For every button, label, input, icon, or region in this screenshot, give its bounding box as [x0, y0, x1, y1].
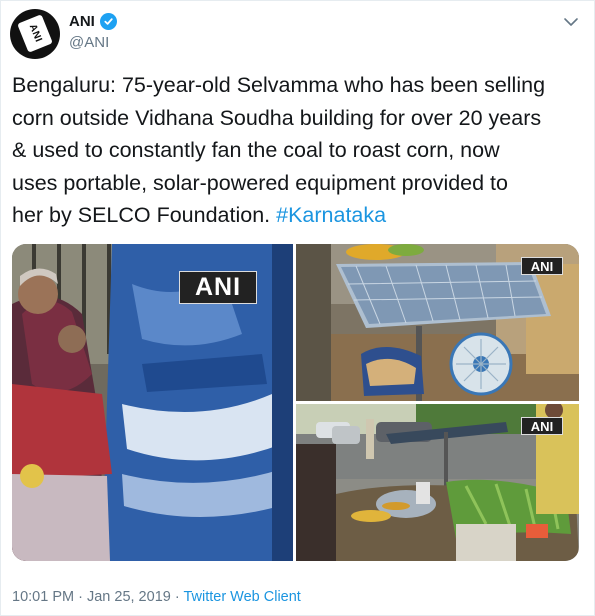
tweet-text-line: her by SELCO Foundation. — [12, 203, 277, 227]
ani-watermark: ANI — [521, 417, 563, 435]
tweet-text-line: & used to constantly fan the coal to roa… — [12, 138, 500, 162]
tweet-time[interactable]: 10:01 PM — [12, 589, 74, 605]
chevron-down-icon[interactable] — [563, 16, 579, 28]
ani-logo-text: ANI — [26, 22, 44, 45]
author-name-row: ANI — [69, 13, 117, 30]
verified-badge-icon — [99, 13, 117, 30]
hashtag-link[interactable]: #Karnataka — [276, 203, 386, 227]
tweet-text: Bengaluru: 75-year-old Selvamma who has … — [12, 69, 590, 232]
media-grid: ANI ANI ANI — [12, 244, 579, 561]
ani-logo: ANI — [17, 14, 53, 53]
photo-woman-tarp[interactable]: ANI — [12, 244, 293, 561]
avatar[interactable]: ANI — [10, 9, 60, 59]
meta-separator: · — [170, 589, 184, 605]
tweet-text-line: Bengaluru: 75-year-old Selvamma who has … — [12, 73, 546, 97]
photo-corn-stall[interactable]: ANI — [296, 404, 579, 561]
client-link[interactable]: Twitter Web Client — [183, 589, 300, 605]
tweet-text-line: corn outside Vidhana Soudha building for… — [12, 105, 542, 130]
ani-watermark: ANI — [521, 257, 563, 275]
tweet-card: ANI ANI @ANI Bengaluru: 75-year-old Selv… — [0, 0, 595, 616]
tweet-date[interactable]: Jan 25, 2019 — [87, 589, 171, 605]
meta-separator: · — [74, 589, 87, 605]
tweet-meta: 10:01 PM · Jan 25, 2019 · Twitter Web Cl… — [12, 589, 301, 605]
ani-watermark: ANI — [179, 271, 257, 304]
tweet-text-line: uses portable, solar-powered equipment p… — [12, 170, 508, 195]
photo-solar-panel-fan[interactable]: ANI — [296, 244, 579, 401]
tweet-text-line-last: her by SELCO Foundation. #Karnataka — [12, 199, 590, 232]
author-display-name[interactable]: ANI — [69, 13, 95, 30]
author-handle[interactable]: @ANI — [69, 34, 109, 51]
